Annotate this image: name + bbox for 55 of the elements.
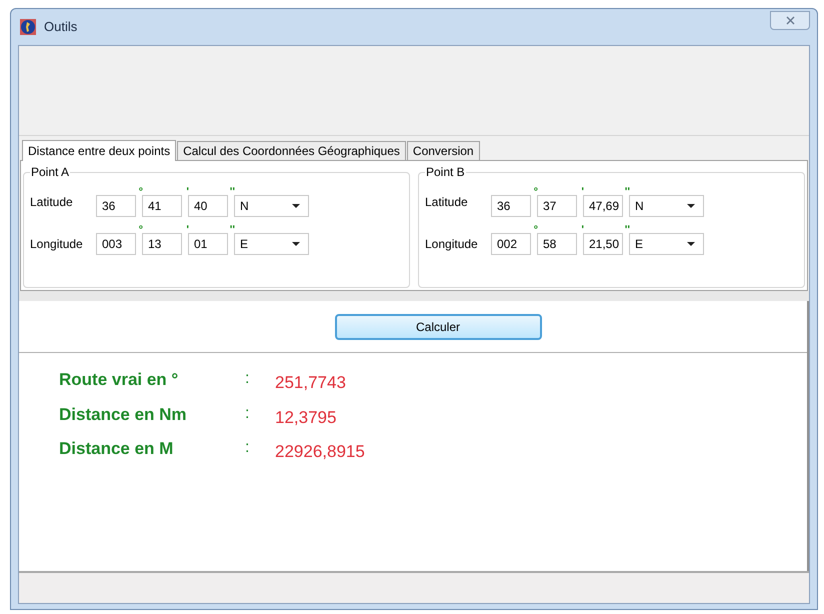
group-title: Point A xyxy=(30,165,70,179)
hemisphere-dropdown[interactable]: N xyxy=(234,195,309,217)
tab[interactable]: Conversion xyxy=(406,141,480,160)
unit-mark: '' xyxy=(624,187,630,198)
input-field[interactable]: 41 xyxy=(142,195,182,217)
result-value: 251,7743 xyxy=(275,372,346,394)
unit-mark: ° xyxy=(138,187,143,198)
result-label: Route vrai en ° xyxy=(59,369,180,391)
field-label: Longitude xyxy=(425,236,479,253)
close-icon xyxy=(786,16,794,24)
tab[interactable]: Calcul des Coordonnées Géographiques xyxy=(177,141,406,160)
unit-mark: ° xyxy=(534,187,538,198)
input-field[interactable]: 13 xyxy=(142,233,182,255)
close-button[interactable] xyxy=(770,10,810,30)
input-field[interactable]: 36 xyxy=(491,195,531,217)
unit-mark: ' xyxy=(581,187,584,198)
unit-mark: '' xyxy=(230,187,235,198)
unit-mark: ' xyxy=(186,187,189,198)
input-field[interactable]: 003 xyxy=(96,233,136,255)
unit-mark: ° xyxy=(138,225,143,236)
hemisphere-dropdown[interactable]: E xyxy=(629,233,704,255)
window-title: Outils xyxy=(44,18,78,36)
caret-icon xyxy=(292,242,300,246)
unit-mark: ' xyxy=(581,225,584,236)
unit-mark: ° xyxy=(534,225,538,236)
separator: : xyxy=(245,438,250,458)
unit-mark: '' xyxy=(230,225,235,236)
calculate-button[interactable]: Calculer xyxy=(334,314,542,340)
result-value: 22926,8915 xyxy=(275,441,365,463)
unit-mark: '' xyxy=(624,225,630,236)
input-field[interactable]: 58 xyxy=(537,233,577,255)
field-label: Longitude xyxy=(30,236,84,253)
globe-icon xyxy=(20,19,36,35)
caret-icon xyxy=(292,204,300,208)
hemisphere-dropdown[interactable]: E xyxy=(234,233,309,255)
result-value: 12,3795 xyxy=(275,406,336,428)
field-label: Latitude xyxy=(30,194,74,211)
input-field[interactable]: 40 xyxy=(188,195,228,217)
input-field[interactable]: 01 xyxy=(188,233,228,255)
input-field[interactable]: 37 xyxy=(537,195,577,217)
separator: : xyxy=(245,369,250,389)
caret-icon xyxy=(687,204,695,208)
hemisphere-dropdown[interactable]: N xyxy=(629,195,704,217)
group-title: Point B xyxy=(425,165,466,179)
result-label: Distance en Nm xyxy=(59,404,188,426)
input-field[interactable]: 002 xyxy=(491,233,531,255)
unit-mark: ' xyxy=(186,225,189,236)
result-label: Distance en M xyxy=(59,438,174,460)
tab[interactable]: Distance entre deux points xyxy=(22,140,176,161)
separator: : xyxy=(245,404,250,424)
input-field[interactable]: 21,50 xyxy=(583,233,623,255)
field-label: Latitude xyxy=(425,194,469,211)
input-field[interactable]: 47,69 xyxy=(583,195,623,217)
input-field[interactable]: 36 xyxy=(96,195,136,217)
caret-icon xyxy=(687,242,695,246)
